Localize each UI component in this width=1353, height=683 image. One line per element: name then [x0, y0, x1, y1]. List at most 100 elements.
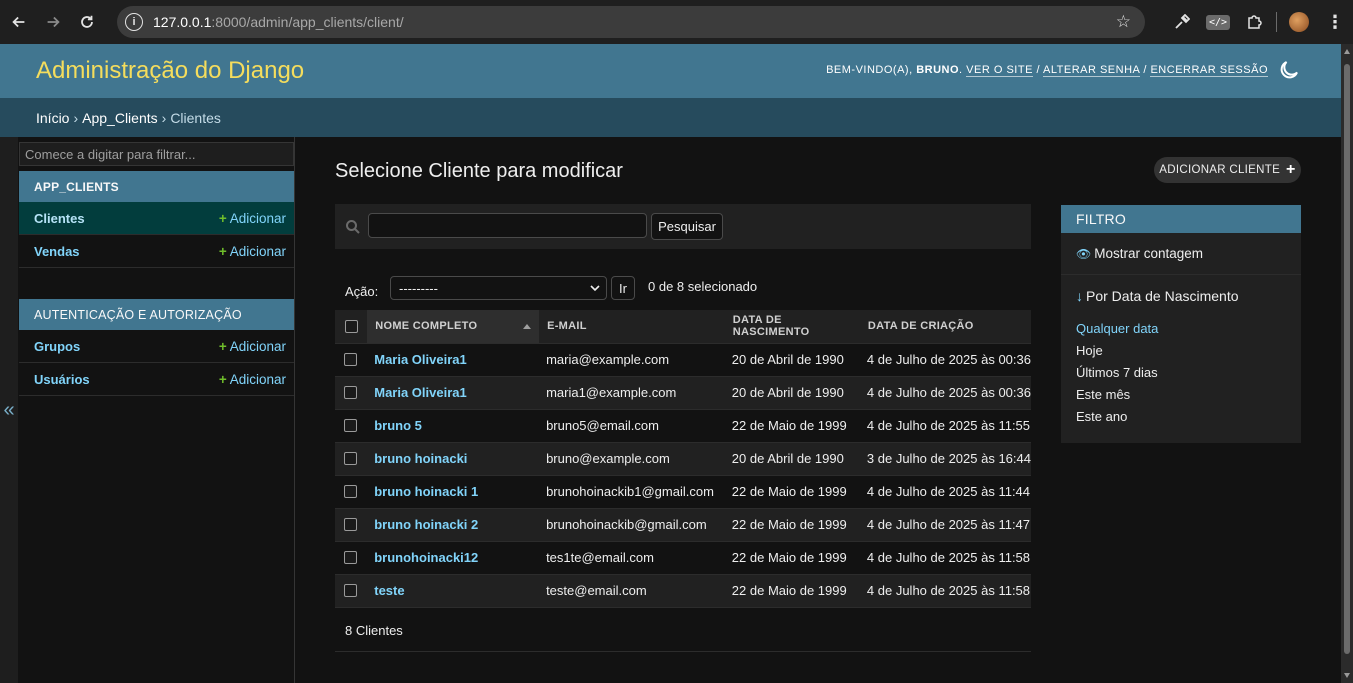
scrollbar-thumb[interactable]	[1344, 64, 1350, 654]
kebab-menu-icon[interactable]: ⋮	[1317, 0, 1353, 44]
show-count-link[interactable]: 👁 Mostrar contagem	[1061, 233, 1301, 275]
cell-nome[interactable]: Maria Oliveira1	[367, 343, 540, 377]
sidebar-item-label[interactable]: Usuários	[34, 372, 90, 387]
row-checkbox[interactable]	[344, 485, 357, 498]
filter-option[interactable]: Hoje	[1076, 339, 1301, 361]
change-password-link[interactable]: ALTERAR SENHA	[1043, 64, 1140, 77]
extensions-puzzle-icon[interactable]	[1236, 0, 1272, 44]
site-name[interactable]: Administração do Django	[36, 57, 304, 85]
cell-email: bruno5@email.com	[539, 409, 725, 443]
cell-nome[interactable]: bruno 5	[367, 409, 540, 443]
row-checkbox[interactable]	[344, 584, 357, 597]
paginator: 8 Clientes	[335, 615, 1031, 652]
app-caption-auth[interactable]: AUTENTICAÇÃO E AUTORIZAÇÃO	[19, 299, 294, 330]
cell-nascimento: 20 de Abril de 1990	[724, 343, 860, 377]
scroll-down-icon[interactable]	[1344, 673, 1350, 678]
page-scrollbar[interactable]	[1341, 44, 1353, 683]
column-header-nascimento[interactable]: DATA DE NASCIMENTO	[724, 310, 860, 344]
moon-icon[interactable]	[1277, 58, 1301, 82]
row-checkbox[interactable]	[344, 419, 357, 432]
username: BRUNO	[916, 64, 960, 76]
cell-nome[interactable]: teste	[367, 574, 540, 608]
cell-nome[interactable]: bruno hoinacki 1	[367, 475, 540, 509]
search-input[interactable]	[368, 213, 647, 238]
add-clientes-link[interactable]: + Adicionar	[219, 211, 286, 226]
cell-nome[interactable]: bruno hoinacki 2	[367, 508, 540, 542]
table-row[interactable]: teste teste@email.com 22 de Maio de 1999 4 …	[335, 574, 1031, 608]
sidebar-item-vendas[interactable]: Vendas + Adicionar	[19, 235, 294, 268]
toggle-sidebar-button[interactable]: «	[0, 137, 18, 683]
scroll-up-icon[interactable]	[1344, 49, 1350, 54]
filter-option[interactable]: Este ano	[1076, 405, 1301, 427]
select-all-checkbox[interactable]	[345, 319, 358, 333]
breadcrumb-app[interactable]: App_Clients	[82, 110, 158, 126]
filter-option[interactable]: Este mês	[1076, 383, 1301, 405]
breadcrumb-home[interactable]: Início	[36, 110, 69, 126]
breadcrumb-current: Clientes	[170, 109, 221, 126]
column-header-label[interactable]: E-MAIL	[547, 320, 587, 332]
profile-avatar[interactable]	[1281, 0, 1317, 44]
forward-button[interactable]	[36, 5, 70, 39]
table-row[interactable]: bruno hoinacki bruno@example.com 20 de Abr…	[335, 442, 1031, 476]
view-site-link[interactable]: VER O SITE	[966, 64, 1033, 77]
column-header-label[interactable]: DATA DE NASCIMENTO	[733, 314, 810, 338]
filter-section-title[interactable]: ↓ Por Data de Nascimento	[1061, 275, 1301, 317]
row-checkbox[interactable]	[344, 551, 357, 564]
column-header-label[interactable]: DATA DE CRIAÇÃO	[868, 320, 974, 332]
back-button[interactable]	[2, 5, 36, 39]
nav-filter-input[interactable]: Comece a digitar para filtrar...	[19, 142, 294, 166]
site-info-icon[interactable]: i	[125, 13, 143, 31]
cell-nome[interactable]: Maria Oliveira1	[367, 376, 540, 410]
sidebar-item-label[interactable]: Clientes	[34, 211, 85, 226]
sidebar-item-usuarios[interactable]: Usuários + Adicionar	[19, 363, 294, 396]
url-path: :8000/admin/app_clients/client/	[211, 14, 404, 30]
separator: /	[1036, 64, 1041, 76]
add-vendas-link[interactable]: + Adicionar	[219, 244, 286, 259]
sidebar-item-label[interactable]: Vendas	[34, 244, 80, 259]
sidebar-item-grupos[interactable]: Grupos + Adicionar	[19, 330, 294, 363]
row-checkbox[interactable]	[344, 518, 357, 531]
row-select-cell	[335, 508, 368, 542]
sidebar-item-label[interactable]: Grupos	[34, 339, 80, 354]
table-row[interactable]: bruno hoinacki 2 brunohoinackib@gmail.com…	[335, 508, 1031, 542]
row-checkbox[interactable]	[344, 452, 357, 465]
filter-option[interactable]: Últimos 7 dias	[1076, 361, 1301, 383]
table-row[interactable]: Maria Oliveira1 maria1@example.com 20 de A…	[335, 376, 1031, 410]
table-row[interactable]: bruno 5 bruno5@email.com 22 de Maio de 199…	[335, 409, 1031, 443]
address-bar[interactable]: i 127.0.0.1:8000/admin/app_clients/clien…	[117, 6, 1145, 38]
eyedropper-icon[interactable]	[1164, 0, 1200, 44]
cell-nome[interactable]: bruno hoinacki	[367, 442, 540, 476]
action-select-value: ---------	[399, 280, 438, 296]
cell-nome[interactable]: brunohoinacki12	[367, 541, 540, 575]
bookmark-star-icon[interactable]: ☆	[1116, 12, 1131, 32]
column-header-label[interactable]: NOME COMPLETO	[375, 320, 477, 332]
filter-option[interactable]: Qualquer data	[1076, 317, 1301, 339]
arrow-left-icon	[12, 16, 25, 28]
add-cliente-button[interactable]: ADICIONAR CLIENTE +	[1154, 157, 1301, 183]
add-usuarios-link[interactable]: + Adicionar	[219, 372, 286, 387]
cell-email: maria1@example.com	[539, 376, 725, 410]
table-row[interactable]: brunohoinacki12 tes1te@email.com 22 de Mai…	[335, 541, 1031, 575]
row-select-cell	[335, 574, 368, 608]
sort-asc-icon[interactable]	[523, 324, 532, 329]
reload-button[interactable]	[70, 5, 104, 39]
cell-criacao: 4 de Julho de 2025 às 11:55	[859, 409, 1031, 443]
search-button[interactable]: Pesquisar	[651, 213, 723, 240]
go-button[interactable]: Ir	[611, 276, 635, 300]
show-count-label[interactable]: Mostrar contagem	[1094, 246, 1203, 261]
reload-icon	[81, 15, 93, 28]
action-select[interactable]: ---------	[390, 276, 607, 300]
app-caption-app-clients[interactable]: APP_CLIENTS	[19, 171, 294, 202]
table-row[interactable]: Maria Oliveira1 maria@example.com 20 de Ab…	[335, 343, 1031, 377]
sidebar-item-clientes[interactable]: Clientes + Adicionar	[19, 202, 294, 235]
column-header-email[interactable]: E-MAIL	[539, 310, 725, 344]
table-row[interactable]: bruno hoinacki 1 brunohoinackib1@gmail.co…	[335, 475, 1031, 509]
row-checkbox[interactable]	[344, 353, 357, 366]
row-checkbox[interactable]	[344, 386, 357, 399]
column-header-nome[interactable]: NOME COMPLETO	[367, 310, 540, 344]
logout-link[interactable]: ENCERRAR SESSÃO	[1150, 64, 1268, 77]
add-grupos-link[interactable]: + Adicionar	[219, 339, 286, 354]
column-header-criacao[interactable]: DATA DE CRIAÇÃO	[859, 310, 1031, 344]
devtools-extension-icon[interactable]: </>	[1200, 0, 1236, 44]
cell-criacao: 4 de Julho de 2025 às 00:36	[859, 343, 1031, 377]
